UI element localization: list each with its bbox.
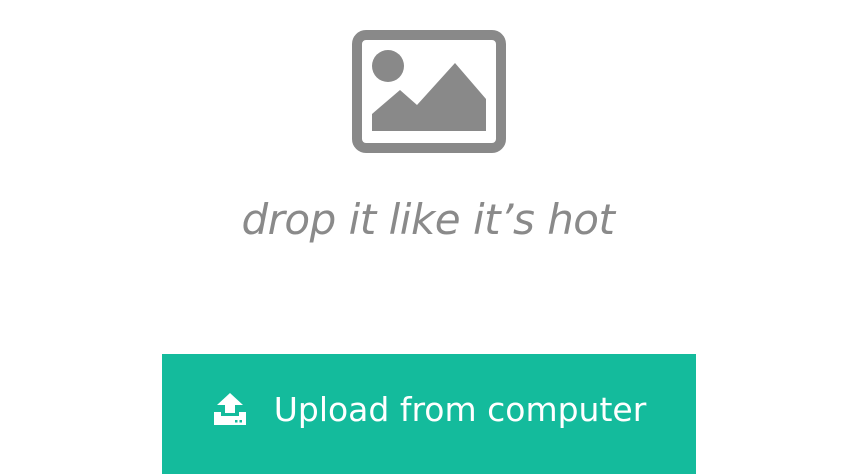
upload-from-computer-button[interactable]: Upload from computer [162, 354, 696, 474]
drop-zone[interactable]: drop it like it’s hot Upload from comput… [0, 0, 856, 474]
drop-hint-text: drop it like it’s hot [241, 195, 615, 244]
upload-button-label: Upload from computer [273, 390, 647, 429]
upload-icon [212, 392, 248, 428]
image-placeholder-icon [352, 30, 506, 153]
